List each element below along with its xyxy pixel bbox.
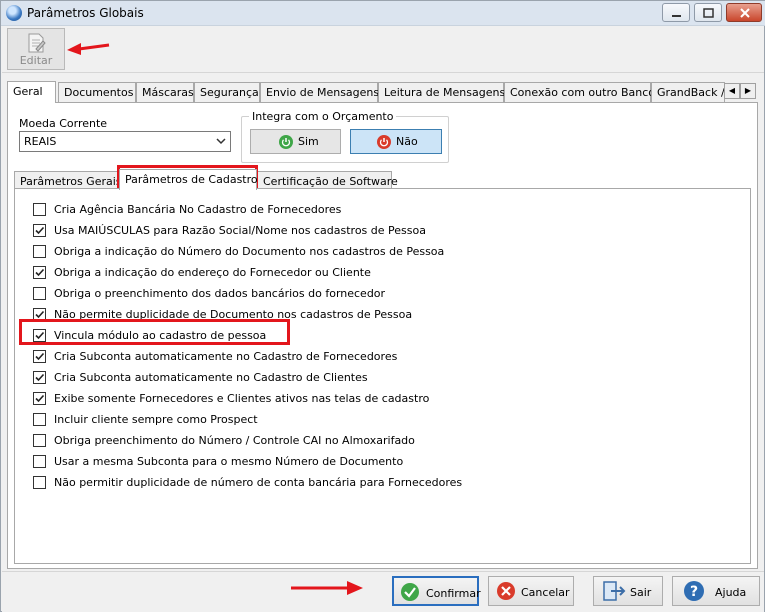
checkbox[interactable] — [33, 224, 46, 237]
exit-label: Sair — [630, 586, 652, 599]
tab-conexao-banco[interactable]: Conexão com outro Banco — [504, 82, 655, 102]
close-window-button[interactable] — [726, 3, 762, 22]
checkbox[interactable] — [33, 455, 46, 468]
edit-button-label: Editar — [19, 54, 53, 67]
checkbox[interactable] — [33, 413, 46, 426]
toolbar: Editar — [2, 26, 764, 73]
nao-button[interactable]: Não — [350, 129, 442, 154]
checkbox[interactable] — [33, 245, 46, 258]
confirm-button[interactable]: Confirmar — [392, 576, 481, 606]
exit-door-icon — [603, 581, 626, 601]
checkbox[interactable] — [33, 266, 46, 279]
main-tabs: Geral Documentos Máscaras Segurança Envi… — [7, 81, 759, 103]
option-label: Obriga a indicação do Número do Document… — [54, 245, 445, 258]
checkmark-icon — [35, 394, 45, 403]
window: Parâmetros Globais Editar Geral Document… — [0, 0, 765, 612]
close-icon — [740, 8, 750, 18]
cancel-icon — [497, 582, 515, 600]
option-label: Usar a mesma Subconta para o mesmo Númer… — [54, 455, 404, 468]
help-button[interactable]: ? Ajuda — [672, 576, 760, 606]
option-label: Usa MAIÚSCULAS para Razão Social/Nome no… — [54, 224, 426, 237]
checkbox[interactable] — [33, 350, 46, 363]
tab-scroll-right-button[interactable]: ▶ — [740, 83, 756, 99]
budget-group-title: Integra com o Orçamento — [249, 110, 397, 123]
currency-value: REAIS — [24, 135, 57, 148]
checkbox[interactable] — [33, 434, 46, 447]
checkbox[interactable] — [33, 392, 46, 405]
option-label: Não permitir duplicidade de número de co… — [54, 476, 463, 489]
option-label: Obriga o preenchimento dos dados bancári… — [54, 287, 386, 300]
checkbox[interactable] — [33, 476, 46, 489]
app-globe-icon — [6, 5, 22, 21]
checkmark-icon — [35, 226, 45, 235]
window-title: Parâmetros Globais — [27, 6, 144, 20]
tab-leitura-mensagens[interactable]: Leitura de Mensagens — [378, 82, 505, 102]
option-label: Cria Agência Bancária No Cadastro de For… — [54, 203, 342, 216]
option-highlight-box — [19, 319, 290, 345]
option-label: Incluir cliente sempre como Prospect — [54, 413, 258, 426]
annotation-arrow-icon — [291, 581, 363, 595]
nao-label: Não — [396, 135, 418, 148]
currency-select[interactable]: REAIS — [19, 131, 231, 152]
svg-text:?: ? — [690, 584, 698, 600]
checkbox[interactable] — [33, 203, 46, 216]
cancel-label: Cancelar — [521, 586, 570, 599]
option-label: Exibe somente Fornecedores e Clientes at… — [54, 392, 430, 405]
subtab-certificacao-software[interactable]: Certificação de Software — [257, 171, 398, 189]
tab-geral[interactable]: Geral — [7, 81, 56, 103]
maximize-icon — [703, 8, 714, 18]
tab-documentos[interactable]: Documentos — [58, 82, 136, 102]
edit-document-icon — [28, 33, 46, 53]
title-bar: Parâmetros Globais — [1, 1, 765, 26]
confirm-label: Confirmar — [426, 587, 481, 600]
edit-button[interactable]: Editar — [7, 28, 65, 70]
checkbox[interactable] — [33, 287, 46, 300]
cadastro-panel: Cria Agência Bancária No Cadastro de For… — [14, 188, 751, 564]
chevron-down-icon — [216, 138, 226, 145]
sim-label: Sim — [298, 135, 319, 148]
sub-tabs: Parâmetros Gerais Parâmetros de Cadastro… — [14, 169, 754, 190]
sim-button[interactable]: Sim — [250, 129, 341, 154]
subtab-parametros-cadastro[interactable]: Parâmetros de Cadastro — [119, 169, 258, 190]
minimize-button[interactable] — [662, 3, 690, 22]
subtab-parametros-gerais[interactable]: Parâmetros Gerais — [14, 171, 122, 189]
annotation-arrow-icon — [67, 43, 110, 55]
tab-mascaras[interactable]: Máscaras — [136, 82, 194, 102]
option-label: Cria Subconta automaticamente no Cadastr… — [54, 371, 368, 384]
checkmark-icon — [35, 373, 45, 382]
option-label: Obriga preenchimento do Número / Control… — [54, 434, 415, 447]
footer: Confirmar Cancelar Sair ? Ajuda — [2, 571, 764, 612]
checkbox[interactable] — [33, 371, 46, 384]
help-icon: ? — [684, 581, 704, 601]
maximize-button[interactable] — [694, 3, 722, 22]
tab-grandback[interactable]: GrandBack / I — [651, 82, 725, 102]
budget-integration-group: Integra com o Orçamento Sim Não — [241, 110, 449, 163]
tab-seguranca[interactable]: Segurança — [194, 82, 260, 102]
check-icon — [401, 583, 419, 601]
checkmark-icon — [35, 352, 45, 361]
tab-scroll-left-button[interactable]: ◀ — [724, 83, 740, 99]
help-label: Ajuda — [715, 586, 747, 599]
cancel-button[interactable]: Cancelar — [488, 576, 574, 606]
tab-envio-mensagens[interactable]: Envio de Mensagens — [260, 82, 379, 102]
option-label: Cria Subconta automaticamente no Cadastr… — [54, 350, 398, 363]
checkmark-icon — [35, 268, 45, 277]
exit-button[interactable]: Sair — [593, 576, 663, 606]
minimize-icon — [672, 15, 681, 17]
power-icon — [279, 135, 293, 149]
option-label: Obriga a indicação do endereço do Fornec… — [54, 266, 371, 279]
currency-label: Moeda Corrente — [19, 117, 108, 130]
power-icon — [377, 135, 391, 149]
